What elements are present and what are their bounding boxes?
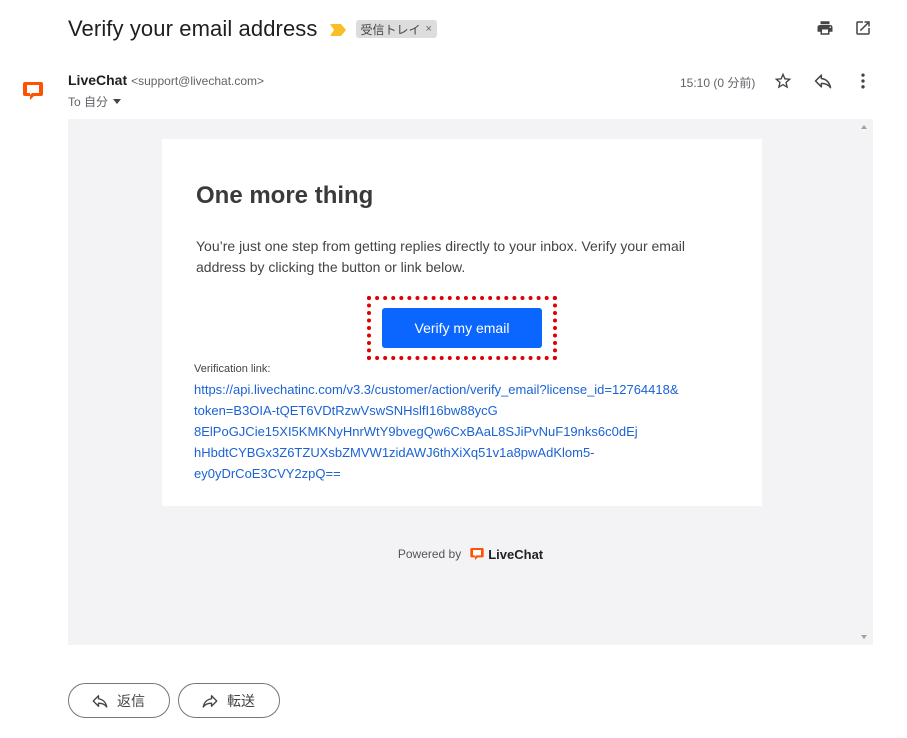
- star-icon[interactable]: [773, 71, 793, 91]
- powered-by-footer: Powered by LiveChat: [68, 546, 873, 562]
- email-card: One more thing You’re just one step from…: [162, 139, 762, 506]
- recipients-label: To 自分: [68, 95, 109, 109]
- message-actions: [773, 71, 873, 91]
- scroll-down-arrow-icon[interactable]: [861, 635, 867, 639]
- caret-down-icon: [113, 99, 122, 104]
- remove-label-button[interactable]: ×: [426, 23, 432, 35]
- email-timestamp: 15:10 (0 分前): [680, 76, 756, 90]
- sender-name[interactable]: LiveChat: [68, 72, 127, 88]
- email-subject: Verify your email address: [68, 16, 318, 41]
- verification-link-line[interactable]: ey0yDrCoE3CVY2zpQ==: [194, 463, 734, 484]
- livechat-logo-icon: [469, 546, 485, 562]
- bottom-actions: 返信 転送: [68, 683, 280, 718]
- verification-link-line[interactable]: https://api.livechatinc.com/v3.3/custome…: [194, 379, 734, 400]
- importance-marker-icon[interactable]: [329, 23, 346, 36]
- subject-row: Verify your email address 受信トレイ ×: [68, 14, 437, 44]
- verification-link-label: Verification link:: [194, 363, 271, 375]
- sender-email: <support@livechat.com>: [131, 74, 265, 88]
- inbox-label-text: 受信トレイ: [360, 22, 421, 37]
- forward-button-label: 転送: [227, 692, 255, 709]
- reply-icon[interactable]: [813, 71, 833, 91]
- reply-icon: [91, 692, 109, 710]
- forward-icon: [201, 692, 219, 710]
- recipients-toggle[interactable]: To 自分: [68, 93, 122, 110]
- inbox-label-chip: 受信トレイ ×: [355, 20, 437, 38]
- email-heading: One more thing: [196, 182, 374, 209]
- reply-button[interactable]: 返信: [68, 683, 170, 718]
- more-vert-icon[interactable]: [853, 71, 873, 91]
- verification-link-line[interactable]: token=B3OIA-tQET6VDtRzwVswSNHslfI16bw88y…: [194, 400, 734, 421]
- email-body-frame: One more thing You’re just one step from…: [68, 119, 873, 645]
- verification-link-line[interactable]: hHbdtCYBGx3Z6TZUXsbZMVW1zidAWJ6thXiXq51v…: [194, 442, 734, 463]
- livechat-brand-text: LiveChat: [488, 546, 544, 562]
- verification-link[interactable]: https://api.livechatinc.com/v3.3/custome…: [194, 379, 734, 484]
- livechat-footer-logo[interactable]: LiveChat: [469, 546, 543, 562]
- open-in-new-window-icon[interactable]: [853, 18, 873, 38]
- reply-button-label: 返信: [117, 692, 145, 709]
- sender-avatar[interactable]: [20, 78, 46, 104]
- verification-link-line[interactable]: 8ElPoGJCie15XI5KMKNyHnrWtY9bvegQw6CxBAaL…: [194, 421, 734, 442]
- top-toolbar: [815, 18, 873, 38]
- print-icon[interactable]: [815, 18, 835, 38]
- powered-by-text: Powered by: [397, 547, 462, 561]
- forward-button[interactable]: 転送: [178, 683, 280, 718]
- scroll-up-arrow-icon[interactable]: [861, 125, 867, 129]
- verify-email-button[interactable]: Verify my email: [382, 308, 542, 348]
- email-body-text: You’re just one step from getting replie…: [196, 238, 685, 275]
- livechat-logo-icon: [23, 82, 43, 100]
- sender-line: LiveChat <support@livechat.com>: [68, 72, 264, 88]
